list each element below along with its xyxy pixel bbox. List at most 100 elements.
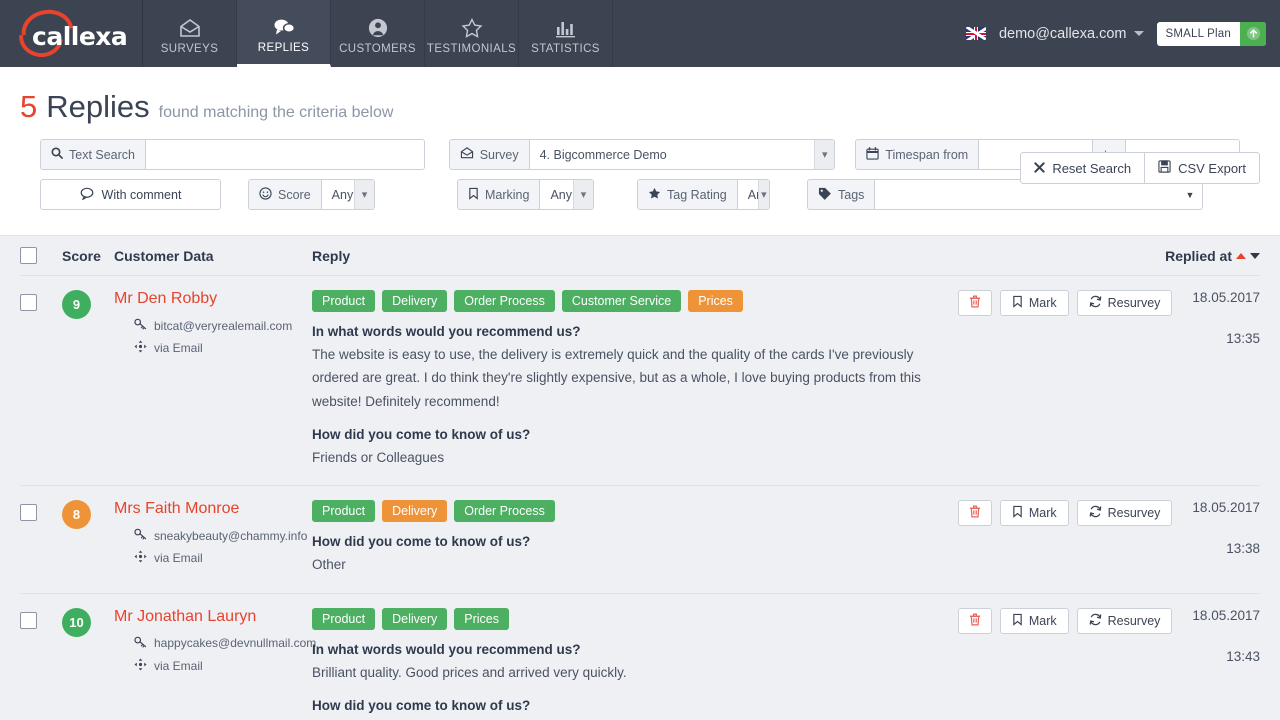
delete-reply-button[interactable]: [958, 608, 992, 634]
row-score-cell: 9: [62, 290, 114, 469]
nav-tab-testimonials[interactable]: TESTIMONIALS: [425, 0, 519, 67]
nav-tab-statistics[interactable]: STATISTICS: [519, 0, 613, 67]
brand-logo[interactable]: callexa: [0, 0, 143, 67]
top-navigation-bar: callexa SURVEYS REPLIES: [0, 0, 1280, 67]
delete-reply-button[interactable]: [958, 500, 992, 526]
with-comment-toggle[interactable]: With comment: [40, 179, 221, 210]
resurvey-button[interactable]: Resurvey: [1077, 500, 1173, 526]
text-search-group: Text Search: [40, 139, 425, 170]
replied-at-cell: 18.05.2017 13:38: [1192, 500, 1260, 556]
user-email-label[interactable]: demo@callexa.com: [999, 26, 1127, 42]
trash-icon: [969, 613, 981, 629]
tag-rating-label: Tag Rating: [667, 188, 727, 202]
reply-tag[interactable]: Customer Service: [562, 290, 681, 312]
sort-ascending-icon[interactable]: [1236, 253, 1246, 259]
select-all-checkbox[interactable]: [20, 247, 37, 264]
reply-tag[interactable]: Prices: [454, 608, 509, 630]
reply-count: 5: [20, 89, 37, 125]
star-filled-icon: [648, 187, 661, 203]
plan-badge[interactable]: SMALL Plan: [1157, 22, 1267, 46]
refresh-icon: [1089, 295, 1102, 311]
chevron-down-icon[interactable]: ▼: [1178, 180, 1202, 209]
marking-select[interactable]: Any ▾: [540, 180, 593, 209]
chevron-down-icon[interactable]: [1134, 31, 1144, 36]
customer-name-link[interactable]: Mr Jonathan Lauryn: [114, 608, 312, 626]
reply-tag[interactable]: Delivery: [382, 608, 447, 630]
reply-question: How did you come to know of us?: [312, 427, 942, 442]
reply-answer: Friends or Colleagues: [312, 446, 942, 469]
resurvey-label: Resurvey: [1108, 614, 1161, 628]
sort-descending-icon[interactable]: [1250, 253, 1260, 259]
row-side: Mark Resurvey: [958, 500, 1260, 556]
uk-flag-icon[interactable]: [966, 27, 986, 40]
customer-name-link[interactable]: Mr Den Robby: [114, 290, 312, 308]
row-checkbox[interactable]: [20, 612, 37, 629]
page-subtitle: found matching the criteria below: [159, 104, 394, 122]
customer-channel-text: via Email: [154, 551, 203, 565]
mark-reply-button[interactable]: Mark: [1000, 608, 1069, 634]
survey-selected-value: 4. Bigcommerce Demo: [530, 148, 815, 162]
replied-date: 18.05.2017: [1192, 608, 1260, 623]
reply-answer: Other: [312, 553, 942, 576]
reply-tag[interactable]: Prices: [688, 290, 743, 312]
customer-channel-text: via Email: [154, 341, 203, 355]
resurvey-button[interactable]: Resurvey: [1077, 608, 1173, 634]
row-checkbox[interactable]: [20, 504, 37, 521]
chevron-down-icon[interactable]: ▾: [354, 180, 374, 209]
table-row: 8 Mrs Faith Monroe sneakybeauty@chammy.i…: [20, 486, 1260, 593]
chevron-down-icon[interactable]: ▾: [758, 180, 769, 209]
replied-at-cell: 18.05.2017 13:35: [1192, 290, 1260, 346]
nav-tab-replies-label: REPLIES: [258, 42, 309, 54]
tags-input[interactable]: [875, 180, 1178, 209]
customer-name-link[interactable]: Mrs Faith Monroe: [114, 500, 312, 518]
page-title: 5 Replies found matching the criteria be…: [20, 89, 1260, 125]
mark-reply-label: Mark: [1029, 506, 1057, 520]
search-icon: [51, 147, 63, 162]
reply-tag[interactable]: Product: [312, 608, 375, 630]
mark-reply-button[interactable]: Mark: [1000, 500, 1069, 526]
nav-tab-surveys[interactable]: SURVEYS: [143, 0, 237, 67]
customer-channel: via Email: [134, 658, 312, 674]
row-select-cell: [20, 500, 62, 576]
user-circle-icon: [367, 18, 389, 38]
reply-tag[interactable]: Order Process: [454, 500, 555, 522]
score-filter-label: Score: [278, 188, 311, 202]
row-checkbox[interactable]: [20, 294, 37, 311]
tag-rating-selected-value: Any: [738, 188, 758, 202]
nav-tab-customers-label: CUSTOMERS: [339, 43, 416, 55]
search-input[interactable]: [146, 140, 424, 169]
header-replied-at-cell[interactable]: Replied at: [1140, 248, 1260, 264]
chevron-down-icon[interactable]: ▾: [814, 140, 834, 169]
page-title-text: Replies: [46, 89, 149, 125]
reply-tag[interactable]: Order Process: [454, 290, 555, 312]
envelope-open-icon: [460, 147, 474, 162]
chevron-down-icon[interactable]: ▾: [573, 180, 593, 209]
nav-tab-replies[interactable]: REPLIES: [237, 0, 331, 67]
replied-at-cell: 18.05.2017 13:43: [1192, 608, 1260, 664]
row-customer-cell: Mr Jonathan Lauryn happycakes@devnullmai…: [114, 608, 312, 717]
reply-tag[interactable]: Delivery: [382, 290, 447, 312]
tag-rating-select[interactable]: Any ▾: [738, 180, 769, 209]
bookmark-icon: [1012, 505, 1023, 521]
reset-search-button[interactable]: Reset Search: [1020, 152, 1145, 184]
table-row: 10 Mr Jonathan Lauryn happycakes@devnull…: [20, 594, 1260, 720]
delete-reply-button[interactable]: [958, 290, 992, 316]
reply-tag[interactable]: Product: [312, 290, 375, 312]
resurvey-button[interactable]: Resurvey: [1077, 290, 1173, 316]
comment-bubble-icon: [80, 187, 94, 203]
score-select[interactable]: Any ▾: [322, 180, 374, 209]
reply-question: How did you come to know of us?: [312, 698, 942, 713]
reply-tag[interactable]: Product: [312, 500, 375, 522]
csv-export-button[interactable]: CSV Export: [1145, 152, 1260, 184]
trash-icon: [969, 505, 981, 521]
reply-tag[interactable]: Delivery: [382, 500, 447, 522]
move-arrows-icon: [134, 340, 147, 356]
survey-select[interactable]: 4. Bigcommerce Demo ▾: [530, 140, 835, 169]
nav-tab-customers[interactable]: CUSTOMERS: [331, 0, 425, 67]
customer-email: bitcat@veryrealemail.com: [134, 318, 312, 333]
row-select-cell: [20, 608, 62, 717]
mark-reply-button[interactable]: Mark: [1000, 290, 1069, 316]
row-side: Mark Resurvey: [958, 608, 1260, 664]
arrow-up-circle-icon[interactable]: [1240, 22, 1266, 46]
reply-content: ProductDeliveryOrder Process How did you…: [312, 500, 958, 576]
